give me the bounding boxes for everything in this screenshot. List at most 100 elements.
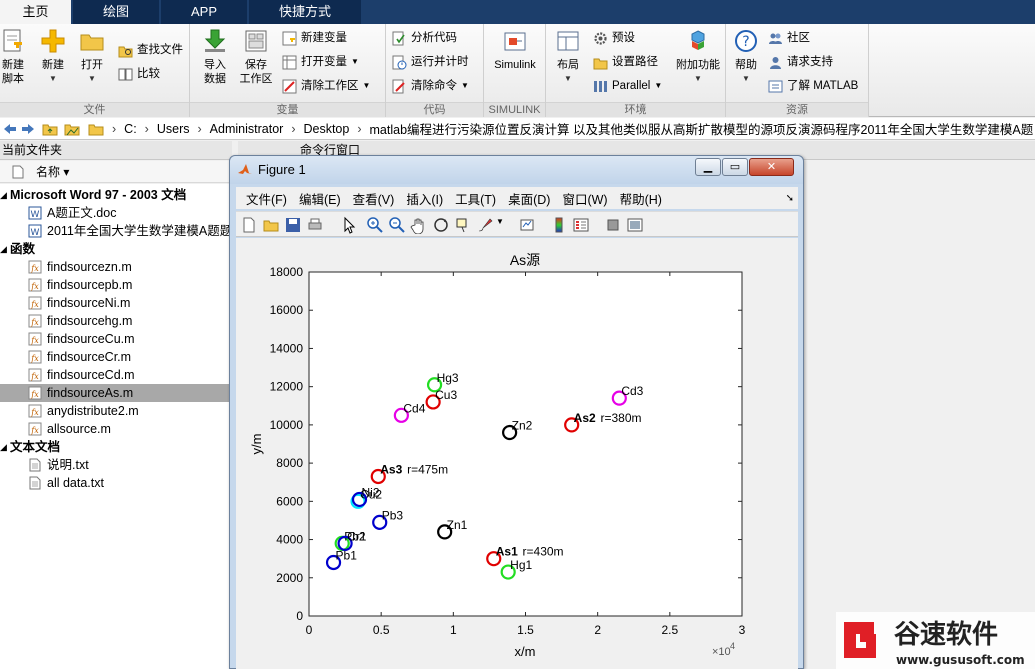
brush-icon[interactable] [476, 216, 494, 234]
chevron-down-icon[interactable]: ▼ [496, 217, 504, 226]
compare-button[interactable]: 比较 [118, 64, 160, 84]
open-variable-button[interactable]: 打开变量 ▼ [282, 52, 359, 72]
x-exponent-base: ×10 [712, 646, 731, 658]
list-item[interactable]: fx findsourceCr.m [0, 348, 231, 366]
rotate-3d-icon[interactable] [432, 216, 450, 234]
svg-text:fx: fx [30, 426, 39, 435]
parallel-button[interactable]: Parallel ▼ [593, 76, 662, 96]
maximize-button[interactable]: ▭ [722, 158, 748, 176]
name-column-header[interactable]: 名称 ▾ [0, 161, 232, 183]
browse-folder-icon[interactable] [64, 121, 80, 137]
group-header-text[interactable]: ◢ 文本文档 [0, 438, 231, 456]
new-script-button[interactable]: 新建 脚本 [0, 28, 30, 86]
breadcrumb-users[interactable]: Users [157, 122, 190, 136]
menu-insert[interactable]: 插入(I) [406, 189, 443, 208]
legend-icon[interactable] [572, 216, 590, 234]
tab-home[interactable]: 主页 [0, 0, 71, 24]
menu-file[interactable]: 文件(F) [246, 189, 287, 208]
hide-plot-tools-icon[interactable] [604, 216, 622, 234]
link-plot-icon[interactable] [518, 216, 536, 234]
list-item[interactable]: fx findsourcepb.m [0, 276, 231, 294]
list-item[interactable]: all data.txt [0, 474, 231, 492]
up-folder-icon[interactable] [42, 121, 58, 137]
list-item[interactable]: fx findsourcezn.m [0, 258, 231, 276]
pointer-icon[interactable] [340, 216, 358, 234]
list-item[interactable]: fx allsource.m [0, 420, 231, 438]
current-folder-list: ◢ Microsoft Word 97 - 2003 文档 W A题正文.doc W… [0, 184, 232, 669]
close-button[interactable]: ✕ [749, 158, 794, 176]
chevron-down-icon: ▼ [351, 57, 359, 66]
menu-tools[interactable]: 工具(T) [455, 189, 496, 208]
menu-window[interactable]: 窗口(W) [562, 189, 607, 208]
learn-matlab-button[interactable]: 了解 MATLAB [768, 76, 858, 96]
help-button[interactable]: ? 帮助 ▼ [728, 28, 764, 86]
run-and-time-button[interactable]: 运行并计时 [392, 52, 469, 72]
simulink-icon [504, 32, 526, 51]
plot-area[interactable]: As源 0 0.5 1 1.5 2 2.5 3 0 2000 4000 6000 8000 10000… [236, 238, 798, 669]
addons-button[interactable]: 附加功能 ▼ [673, 28, 723, 86]
group-header-functions[interactable]: ◢ 函数 [0, 240, 231, 258]
save-icon[interactable] [284, 216, 302, 234]
request-support-button[interactable]: 请求支持 [768, 52, 833, 72]
menu-view[interactable]: 查看(V) [353, 189, 395, 208]
colorbar-icon[interactable] [550, 216, 568, 234]
import-data-button[interactable]: 导入 数据 [198, 28, 232, 86]
point-radius-note: r=475m [407, 462, 448, 476]
new-figure-icon[interactable] [240, 216, 258, 234]
open-file-icon[interactable] [262, 216, 280, 234]
tab-plots[interactable]: 绘图 [73, 0, 159, 24]
preferences-button[interactable]: 预设 [593, 28, 635, 48]
list-item[interactable]: fx findsourceCu.m [0, 330, 231, 348]
show-plot-tools-icon[interactable] [626, 216, 644, 234]
tab-apps[interactable]: APP [161, 0, 247, 24]
data-cursor-icon[interactable] [454, 216, 472, 234]
new-button[interactable]: 新建 ▼ [36, 28, 70, 86]
list-item[interactable]: W A题正文.doc [0, 204, 231, 222]
breadcrumb-drive[interactable]: C: [124, 122, 137, 136]
breadcrumb-administrator[interactable]: Administrator [210, 122, 284, 136]
list-item[interactable]: fx findsourceCd.m [0, 366, 231, 384]
dock-arrow-icon[interactable]: ➘ [786, 193, 794, 204]
clear-workspace-button[interactable]: 清除工作区 ▼ [282, 76, 370, 96]
figure-title-bar[interactable]: Figure 1 ▁ ▭ ✕ [230, 156, 803, 184]
zoom-in-icon[interactable] [366, 216, 384, 234]
layout-button[interactable]: 布局 ▼ [550, 28, 586, 86]
print-icon[interactable] [306, 216, 324, 234]
menu-edit[interactable]: 编辑(E) [299, 189, 341, 208]
open-button[interactable]: 打开 ▼ [75, 28, 109, 86]
list-item-selected[interactable]: fx findsourceAs.m [0, 384, 231, 402]
group-header-word[interactable]: ◢ Microsoft Word 97 - 2003 文档 [0, 186, 231, 204]
back-icon[interactable] [2, 121, 18, 137]
tab-shortcuts[interactable]: 快捷方式 [249, 0, 361, 24]
figure-window[interactable]: Figure 1 ▁ ▭ ✕ 文件(F) 编辑(E) 查看(V) 插入(I) 工… [229, 155, 804, 669]
community-button[interactable]: 社区 [768, 28, 810, 48]
code-group-label: 代码 [386, 102, 483, 117]
list-item[interactable]: W 2011年全国大学生数学建模A题题 [0, 222, 231, 240]
list-item[interactable]: 说明.txt [0, 456, 231, 474]
x-tick-label: 0.5 [373, 623, 390, 637]
list-item[interactable]: fx findsourcehg.m [0, 312, 231, 330]
set-path-button[interactable]: 设置路径 [593, 52, 658, 72]
minimize-button[interactable]: ▁ [695, 158, 721, 176]
zoom-out-icon[interactable] [388, 216, 406, 234]
clear-commands-button[interactable]: 清除命令 ▼ [392, 76, 469, 96]
list-item[interactable]: fx findsourceNi.m [0, 294, 231, 312]
x-tick-label: 2.5 [661, 623, 678, 637]
pan-hand-icon[interactable] [410, 216, 428, 234]
menu-desktop[interactable]: 桌面(D) [508, 189, 550, 208]
breadcrumb-project-folder[interactable]: matlab编程进行污染源位置反演计算 以及其他类似服从高斯扩散模型的源项反演源… [370, 119, 1034, 138]
new-variable-button[interactable]: 新建变量 [282, 28, 347, 48]
list-item[interactable]: fx anydistribute2.m [0, 402, 231, 420]
save-workspace-button[interactable]: 保存 工作区 [236, 28, 276, 86]
breadcrumb-separator: › [112, 121, 117, 136]
menu-help[interactable]: 帮助(H) [620, 189, 662, 208]
point-label: Cr1 [347, 529, 367, 543]
find-files-button[interactable]: 查找文件 [118, 40, 183, 60]
svg-text:fx: fx [30, 264, 39, 273]
scatter-chart[interactable]: As源 0 0.5 1 1.5 2 2.5 3 0 2000 4000 6000 8000 10000… [236, 238, 798, 669]
analyze-code-button[interactable]: 分析代码 [392, 28, 457, 48]
simulink-button[interactable]: Simulink [490, 28, 540, 72]
address-bar[interactable]: › C: › Users › Administrator › Desktop ›… [0, 118, 1035, 140]
breadcrumb-desktop[interactable]: Desktop [303, 122, 349, 136]
forward-icon[interactable] [20, 121, 36, 137]
